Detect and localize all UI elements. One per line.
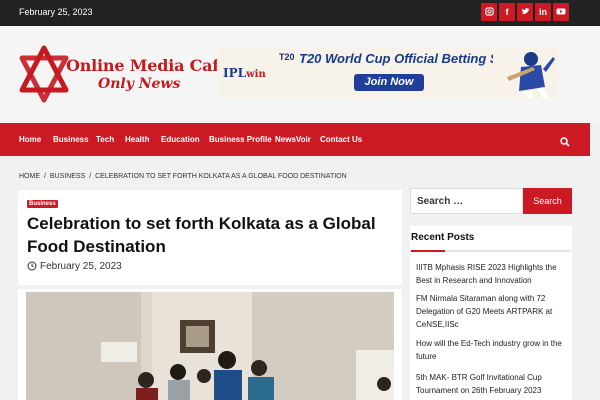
recent-post-item[interactable]: FM Nirmala Sitaraman along with 72 Deleg… [416,292,566,331]
recent-posts-widget: Recent Posts IIITB Mphasis RISE 2023 Hig… [410,226,572,400]
banner-join-button[interactable]: Join Now [354,74,424,91]
article-header: Business Celebration to set forth Kolkat… [18,190,402,285]
banner-brand-suffix: win [246,69,266,80]
banner-brand-text: IPL [223,66,247,80]
logo-tagline: Only News [98,76,181,92]
breadcrumb-current: CELEBRATION TO SET FORTH KOLKATA AS A GL… [95,173,347,180]
banner-headline: T20 World Cup Official Betting Site [299,51,514,66]
article-title: Celebration to set forth Kolkata as a Gl… [27,214,376,256]
article-date: February 25, 2023 [27,261,122,272]
youtube-icon[interactable] [553,3,569,21]
nav-item-business-profile[interactable]: Business Profile [209,135,272,144]
twitter-icon[interactable] [517,3,533,21]
category-badge[interactable]: Business [27,200,58,208]
breadcrumb-business[interactable]: BUSINESS [50,173,85,180]
banner-brand: IPLwin [223,66,266,80]
banner-logo-text: T20 [279,52,295,62]
top-date: February 25, 2023 [19,7,93,17]
site-header: Online Media Cafe Only News IPLwin T20 T… [0,26,600,123]
breadcrumb: HOME / BUSINESS / CELEBRATION TO SET FOR… [19,173,349,180]
clock-icon [27,261,37,271]
linkedin-icon[interactable]: in [535,3,551,21]
ad-banner[interactable]: IPLwin T20 T20 World Cup Official Bettin… [217,47,558,98]
logo-title[interactable]: Online Media Cafe [66,56,229,75]
nav-item-newsvoir[interactable]: NewsVoir [275,135,311,144]
nav-item-business[interactable]: Business [53,135,89,144]
instagram-icon[interactable] [481,3,497,21]
widget-title: Recent Posts [411,232,475,243]
logo-icon[interactable] [18,44,70,104]
top-bar: February 25, 2023 f in [0,0,600,26]
nav-item-tech[interactable]: Tech [96,135,114,144]
nav-item-health[interactable]: Health [125,135,149,144]
featured-image-wrap [18,289,402,400]
nav-item-contact-us[interactable]: Contact Us [320,135,362,144]
facebook-icon[interactable]: f [499,3,515,21]
search-icon[interactable] [560,134,570,152]
recent-post-item[interactable]: IIITB Mphasis RISE 2023 Highlights the B… [416,261,566,287]
search-button[interactable]: Search [523,188,572,214]
article-date-text: February 25, 2023 [40,261,122,272]
nav-item-education[interactable]: Education [161,135,200,144]
recent-post-item[interactable]: How will the Ed-Tech industry grow in th… [416,337,566,363]
main-nav: Home Business Tech Health Education Busi… [0,123,590,156]
nav-item-home[interactable]: Home [19,135,41,144]
breadcrumb-separator: / [89,173,92,180]
breadcrumb-home[interactable]: HOME [19,173,40,180]
widget-divider [411,250,571,252]
recent-post-item[interactable]: 5th MAK- BTR Golf Invitational Cup Tourn… [416,371,566,397]
cricket-player-image [493,47,558,98]
featured-photo [26,292,394,400]
sidebar: Search … Search Recent Posts IIITB Mphas… [404,178,600,400]
search-input[interactable]: Search … [410,188,523,214]
breadcrumb-separator: / [43,173,46,180]
